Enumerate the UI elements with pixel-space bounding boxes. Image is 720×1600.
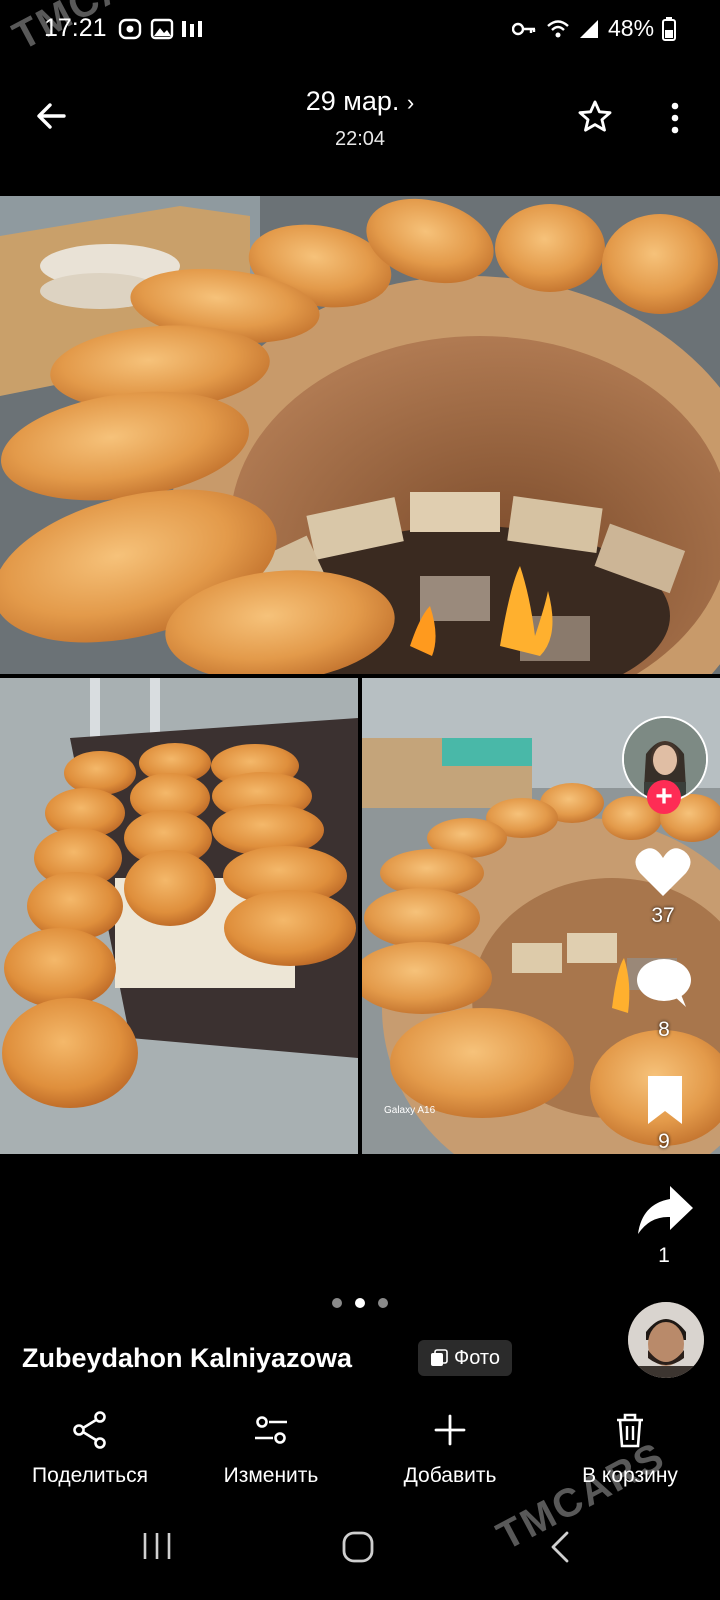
edit-button[interactable]: Изменить	[186, 1410, 356, 1488]
home-icon[interactable]	[341, 1530, 375, 1564]
comment-bubble-icon[interactable]	[636, 958, 692, 1008]
photo-type-chip[interactable]: Фото	[418, 1340, 512, 1376]
add-button[interactable]: Добавить	[365, 1410, 535, 1488]
tandoor-bread-image	[0, 196, 720, 674]
favorite-star-icon[interactable]	[576, 98, 614, 136]
app-icon	[182, 21, 202, 37]
author-name: Zubeydahon Kalniyazowa	[22, 1343, 353, 1373]
battery-percent: 48%	[608, 15, 655, 41]
comments-count: 8	[658, 1018, 670, 1041]
signal-icon	[580, 20, 598, 38]
photo-chip-label: Фото	[454, 1346, 500, 1369]
battery-icon	[662, 17, 676, 41]
share-arrow-icon[interactable]	[636, 1184, 694, 1236]
page-dot-1	[332, 1298, 342, 1308]
more-options-icon[interactable]	[660, 100, 690, 136]
edit-label: Изменить	[223, 1464, 319, 1487]
wifi-icon	[547, 20, 569, 38]
recent-apps-icon[interactable]	[140, 1530, 174, 1562]
edit-sliders-icon	[255, 1416, 287, 1444]
shares-count: 1	[658, 1244, 670, 1267]
gallery-icon	[150, 18, 174, 40]
camera-watermark: Galaxy A16	[384, 1105, 436, 1116]
notification-icon	[118, 18, 142, 40]
share-button[interactable]: Поделиться	[5, 1410, 175, 1488]
bookmark-icon[interactable]	[646, 1074, 684, 1126]
follow-plus-icon[interactable]: +	[647, 780, 681, 814]
bread-table-image	[0, 678, 358, 1154]
account-avatar[interactable]	[628, 1302, 704, 1378]
add-label: Добавить	[403, 1464, 497, 1487]
plus-icon	[434, 1414, 466, 1446]
share-label: Поделиться	[32, 1464, 148, 1487]
key-icon	[512, 22, 536, 36]
page-dot-3	[378, 1298, 388, 1308]
page-dot-2-active	[355, 1298, 365, 1308]
photo-bread-table[interactable]	[0, 678, 358, 1154]
photo-date-label: 29 мар.	[305, 86, 400, 116]
photo-chip-icon	[431, 1349, 448, 1366]
likes-count: 37	[651, 904, 675, 927]
photo-tandoor-main[interactable]	[0, 196, 720, 674]
avatar	[628, 1302, 704, 1378]
saves-count: 9	[658, 1130, 670, 1153]
share-icon	[73, 1411, 106, 1449]
chevron-right-icon: ›	[406, 90, 415, 115]
like-heart-icon[interactable]	[634, 846, 692, 898]
